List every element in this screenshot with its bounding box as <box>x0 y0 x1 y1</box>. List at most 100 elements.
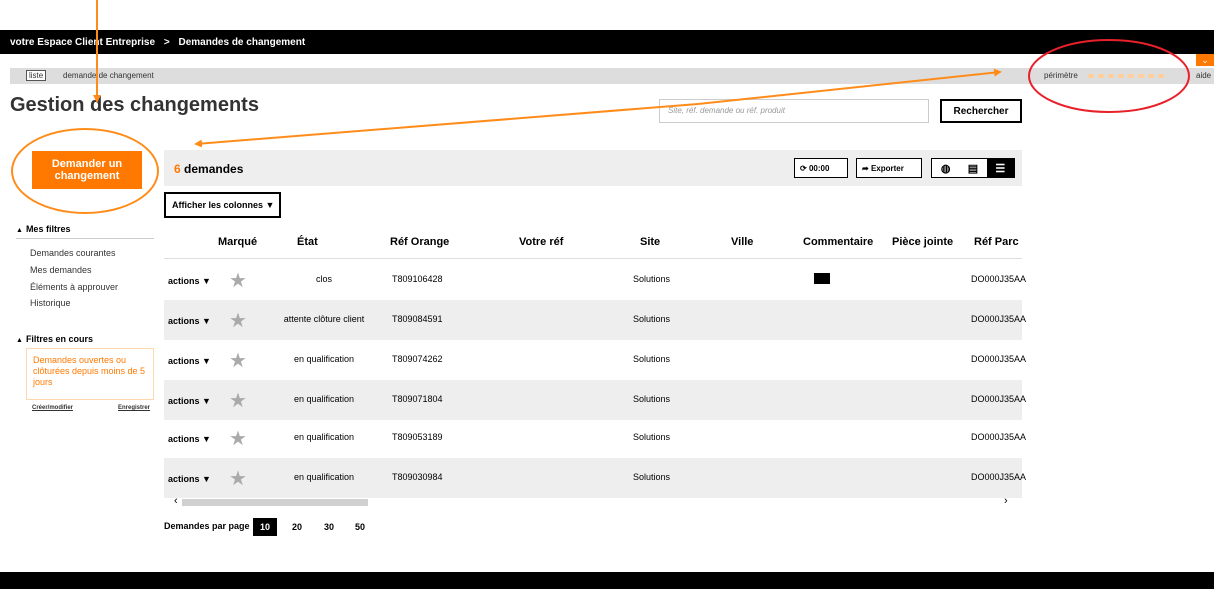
row-orange-ref[interactable]: T809106428 <box>392 274 443 284</box>
show-columns-label: Afficher les colonnes <box>172 200 264 210</box>
current-filters-heading[interactable]: ▲ Filtres en cours <box>16 334 154 344</box>
triangle-up-icon: ▲ <box>16 337 23 344</box>
filter-items-to-approve[interactable]: Éléments à approuver <box>30 282 118 292</box>
export-label: Exporter <box>870 164 904 173</box>
breadcrumb-separator: > <box>163 37 170 48</box>
divider <box>164 258 1022 259</box>
results-toolbar: 6 demandes ⟳ 00:00 ➦ Exporter ◍ ▤ ☰ <box>164 150 1022 186</box>
results-count-number: 6 <box>174 162 181 176</box>
row-orange-ref[interactable]: T809084591 <box>392 314 443 324</box>
row-actions-menu[interactable]: actions ▼ <box>168 434 211 444</box>
actions-label: actions <box>168 474 200 484</box>
col-header-city[interactable]: Ville <box>731 236 753 248</box>
row-park-ref: DO000J35AA <box>971 354 1027 364</box>
annotation-arrow-to-toolbar <box>194 103 699 148</box>
current-filters-title: Filtres en cours <box>25 334 93 344</box>
divider <box>16 238 154 239</box>
star-icon[interactable]: ★ <box>229 268 247 293</box>
filter-current-requests[interactable]: Demandes courantes <box>30 248 116 258</box>
row-site: Solutions <box>633 314 671 324</box>
row-orange-ref[interactable]: T809030984 <box>392 472 443 482</box>
table-row: actions ▼ ★ en qualification T809053189 … <box>164 418 1026 458</box>
actions-label: actions <box>168 316 200 326</box>
tab-list[interactable]: liste <box>26 70 47 81</box>
row-orange-ref[interactable]: T809074262 <box>392 354 443 364</box>
col-header-marked[interactable]: Marqué <box>218 236 257 248</box>
redacted-perimeter-value <box>1088 74 1164 78</box>
annotation-circle-cta <box>11 128 159 214</box>
refresh-button[interactable]: ⟳ 00:00 <box>794 158 848 178</box>
perimeter-selector[interactable]: périmètre <box>1044 71 1078 80</box>
star-icon[interactable]: ★ <box>229 388 247 413</box>
col-header-site[interactable]: Site <box>640 236 660 248</box>
table-row: actions ▼ ★ en qualification T809030984 … <box>164 458 1026 498</box>
per-page-30[interactable]: 30 <box>317 518 341 536</box>
row-park-ref: DO000J35AA <box>971 314 1027 324</box>
star-icon[interactable]: ★ <box>229 348 247 373</box>
table-row: actions ▼ ★ attente clôture client T8090… <box>164 300 1026 340</box>
col-header-your-ref[interactable]: Votre réf <box>519 236 563 248</box>
horizontal-scrollbar[interactable]: ‹ › <box>164 495 1022 507</box>
export-button[interactable]: ➦ Exporter <box>856 158 922 178</box>
scroll-left-arrow-icon[interactable]: ‹ <box>174 495 178 507</box>
caret-down-icon: ▼ <box>265 200 275 210</box>
row-site: Solutions <box>633 472 671 482</box>
per-page-label: Demandes par page <box>164 521 250 531</box>
row-orange-ref[interactable]: T809053189 <box>392 432 443 442</box>
row-actions-menu[interactable]: actions ▼ <box>168 396 211 406</box>
row-site: Solutions <box>633 274 671 284</box>
tab-change-request[interactable]: demande de changement <box>63 71 154 80</box>
row-actions-menu[interactable]: actions ▼ <box>168 356 211 366</box>
filter-history[interactable]: Historique <box>30 298 71 308</box>
envelope-icon[interactable] <box>814 273 830 284</box>
share-arrow-icon: ➦ <box>862 164 869 173</box>
per-page-20[interactable]: 20 <box>285 518 309 536</box>
row-actions-menu[interactable]: actions ▼ <box>168 276 211 286</box>
globe-icon[interactable]: ◍ <box>932 159 959 177</box>
refresh-icon: ⟳ <box>800 164 807 173</box>
row-park-ref: DO000J35AA <box>971 274 1027 284</box>
per-page-10[interactable]: 10 <box>253 518 277 536</box>
grid-view-icon[interactable]: ▤ <box>959 159 986 177</box>
my-filters-title: Mes filtres <box>25 224 71 234</box>
star-icon[interactable]: ★ <box>229 466 247 491</box>
chevron-down-icon[interactable]: ⌄ <box>1196 54 1214 66</box>
col-header-state[interactable]: État <box>297 236 318 248</box>
save-link[interactable]: Enregistrer <box>118 405 150 411</box>
star-icon[interactable]: ★ <box>229 426 247 451</box>
star-icon[interactable]: ★ <box>229 308 247 333</box>
search-input[interactable]: Site, réf. demande ou réf. produit <box>659 99 929 123</box>
create-modify-link[interactable]: Créer/modifier <box>32 405 73 411</box>
row-site: Solutions <box>633 354 671 364</box>
row-park-ref: DO000J35AA <box>971 394 1027 404</box>
row-actions-menu[interactable]: actions ▼ <box>168 316 211 326</box>
row-state: clos <box>315 274 332 284</box>
list-view-icon[interactable]: ☰ <box>986 159 1014 177</box>
table-row: actions ▼ ★ en qualification T809071804 … <box>164 380 1026 420</box>
col-header-orange-ref[interactable]: Réf Orange <box>390 236 449 248</box>
col-header-park-ref[interactable]: Réf Parc <box>974 236 1019 248</box>
results-count: 6 demandes <box>174 162 243 176</box>
show-columns-dropdown[interactable]: Afficher les colonnes ▼ <box>164 192 281 218</box>
filter-my-requests[interactable]: Mes demandes <box>30 265 92 275</box>
refresh-timer: 00:00 <box>808 164 830 173</box>
breadcrumb-home-link[interactable]: votre Espace Client Entreprise <box>10 37 155 48</box>
help-link[interactable]: aide <box>1196 71 1211 80</box>
view-switcher: ◍ ▤ ☰ <box>931 158 1015 178</box>
search-button[interactable]: Rechercher <box>940 99 1022 123</box>
page-title: Gestion des changements <box>10 94 259 116</box>
col-header-comment[interactable]: Commentaire <box>803 236 873 248</box>
active-filter: Demandes ouvertes ou clôturées depuis mo… <box>26 348 154 400</box>
my-filters-heading[interactable]: ▲ Mes filtres <box>16 224 154 234</box>
scrollbar-thumb[interactable] <box>182 499 368 506</box>
row-state: en qualification <box>293 394 355 404</box>
actions-label: actions <box>168 356 200 366</box>
col-header-attachment[interactable]: Pièce jointe <box>892 236 953 248</box>
row-site: Solutions <box>633 432 671 442</box>
table-row: actions ▼ ★ en qualification T809074262 … <box>164 340 1026 380</box>
row-orange-ref[interactable]: T809071804 <box>392 394 443 404</box>
row-park-ref: DO000J35AA <box>971 432 1027 442</box>
scroll-right-arrow-icon[interactable]: › <box>1004 495 1008 507</box>
row-actions-menu[interactable]: actions ▼ <box>168 474 211 484</box>
per-page-50[interactable]: 50 <box>348 518 372 536</box>
